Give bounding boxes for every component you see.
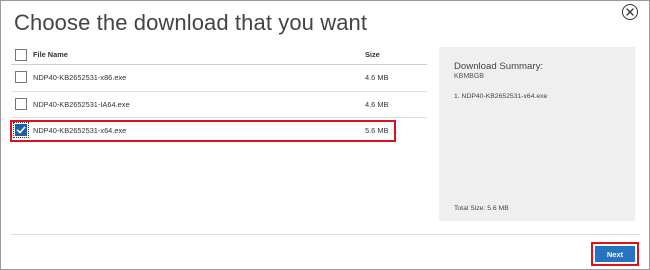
table-header: File Name Size <box>11 45 427 65</box>
close-button[interactable] <box>622 4 638 20</box>
file-size: 4.6 MB <box>365 73 389 82</box>
summary-list-item: 1. NDP40-KB2652531-x64.exe <box>454 93 548 100</box>
download-summary-panel: Download Summary: KBMBGB 1. NDP40-KB2652… <box>439 47 635 221</box>
dialog-title: Choose the download that you want <box>14 10 368 35</box>
row-checkbox[interactable] <box>15 71 27 83</box>
next-button[interactable]: Next <box>595 246 635 262</box>
table-row-selected[interactable]: NDP40-KB2652531-x64.exe 5.6 MB <box>11 118 427 145</box>
close-icon <box>626 8 634 16</box>
file-name: NDP40-KB2652531-x64.exe <box>33 126 127 135</box>
file-table: File Name Size NDP40-KB2652531-x86.exe 4… <box>11 45 427 145</box>
download-dialog: Choose the download that you want File N… <box>0 0 650 270</box>
summary-total-size: Total Size: 5.6 MB <box>454 205 509 212</box>
checkmark-icon <box>16 126 26 134</box>
file-size: 4.6 MB <box>365 100 389 109</box>
file-name: NDP40-KB2652531-x86.exe <box>33 73 127 82</box>
file-size: 5.6 MB <box>365 126 389 135</box>
table-row[interactable]: NDP40-KB2652531-IA64.exe 4.6 MB <box>11 92 427 118</box>
next-button-highlight: Next <box>591 242 639 266</box>
file-name: NDP40-KB2652531-IA64.exe <box>33 100 130 109</box>
row-checkbox[interactable] <box>15 98 27 110</box>
select-all-checkbox[interactable] <box>15 49 27 61</box>
table-row[interactable]: NDP40-KB2652531-x86.exe 4.6 MB <box>11 65 427 92</box>
footer-divider <box>11 234 640 235</box>
column-header-size: Size <box>365 50 380 59</box>
row-checkbox-checked[interactable] <box>13 122 29 138</box>
summary-title: Download Summary: <box>454 61 544 72</box>
summary-size-units: KBMBGB <box>454 73 484 80</box>
column-header-file-name: File Name <box>33 50 68 59</box>
